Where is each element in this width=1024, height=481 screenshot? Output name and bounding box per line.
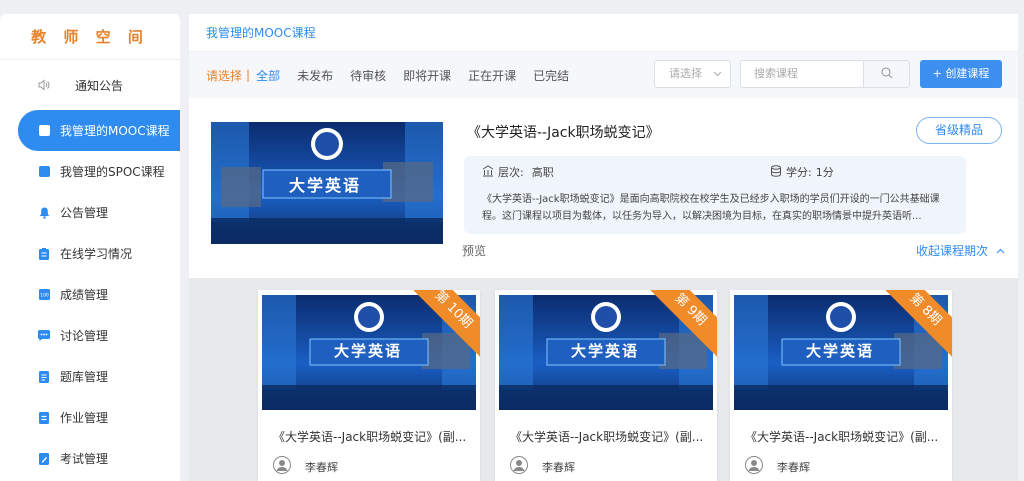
sidebar-item-label: 我管理的MOOC课程 <box>60 124 170 138</box>
filter-pending-review[interactable]: 待审核 <box>350 67 386 84</box>
level-value: 高职 <box>531 166 554 179</box>
sidebar-item-exam[interactable]: 考试管理 <box>0 438 180 479</box>
card-author: 李春辉 <box>273 456 338 477</box>
sidebar-item-label: 在线学习情况 <box>60 247 133 261</box>
filter-bar: 请选择 | 全部 未发布 待审核 即将开课 正在开课 已完结 请选择 搜索课程 … <box>189 52 1018 98</box>
sidebar-item-label: 讨论管理 <box>60 329 109 343</box>
sidebar-title: 教 师 空 间 <box>0 14 180 60</box>
create-course-button[interactable]: + 创建课程 <box>920 60 1002 88</box>
book-icon <box>38 125 50 137</box>
avatar <box>745 456 763 477</box>
avatar <box>510 456 528 477</box>
exam-icon <box>38 452 50 465</box>
sidebar-item-mooc[interactable]: 我管理的MOOC课程 <box>18 110 180 151</box>
status-select[interactable]: 请选择 <box>654 60 731 88</box>
author-name: 李春辉 <box>777 460 810 474</box>
search-input[interactable]: 搜索课程 <box>740 60 863 88</box>
chevron-down-icon <box>713 61 722 98</box>
card-title: 《大学英语--Jack职场蜕变记》(副... <box>510 430 704 444</box>
homework-icon <box>38 411 50 424</box>
card-author: 李春辉 <box>745 456 810 477</box>
filter-upcoming[interactable]: 即将开课 <box>403 67 451 84</box>
sidebar-item-label: 题库管理 <box>60 370 109 384</box>
credit-value: 1分 <box>815 166 834 179</box>
chevron-up-icon <box>996 244 1005 258</box>
term-cards-area: 大学英语 第 10期 《大学英语--Jack职场蜕变记》(副... 李春辉 大学… <box>189 278 1018 481</box>
grade-icon: 100 <box>38 289 50 301</box>
sidebar-item-label: 公告管理 <box>60 206 109 220</box>
select-placeholder: 请选择 <box>669 67 702 80</box>
course-level: 层次: 高职 <box>482 164 554 180</box>
course-badge[interactable]: 省级精品 <box>916 117 1002 144</box>
sidebar-item-label: 作业管理 <box>60 411 109 425</box>
level-label: 层次: <box>498 166 524 179</box>
search-icon <box>880 66 893 82</box>
avatar <box>273 456 291 477</box>
term-card[interactable]: 大学英语 第 8期 《大学英语--Jack职场蜕变记》(副... 李春辉 <box>730 290 952 481</box>
collapse-terms-link[interactable]: 收起课程期次 <box>916 242 1005 259</box>
card-title: 《大学英语--Jack职场蜕变记》(副... <box>745 430 939 444</box>
sidebar-item-learning[interactable]: 在线学习情况 <box>0 233 180 274</box>
sidebar-item-label: 考试管理 <box>60 452 109 466</box>
sidebar-item-spoc[interactable]: 我管理的SPOC课程 <box>0 151 180 192</box>
filter-all[interactable]: 全部 <box>256 67 280 84</box>
bell-icon <box>38 207 50 219</box>
question-bank-icon <box>38 370 50 383</box>
card-author: 李春辉 <box>510 456 575 477</box>
term-card[interactable]: 大学英语 第 10期 《大学英语--Jack职场蜕变记》(副... 李春辉 <box>258 290 480 481</box>
sidebar: 教 师 空 间 通知公告 我管理的MOOC课程 我管理的SPOC课程 公告管理 … <box>0 14 180 481</box>
course-credit: 学分: 1分 <box>770 164 834 180</box>
card-title: 《大学英语--Jack职场蜕变记》(副... <box>273 430 467 444</box>
card-thumbnail-text: 大学英语 <box>571 342 640 360</box>
search-button[interactable] <box>863 60 910 88</box>
building-icon <box>482 164 494 180</box>
sidebar-item-label: 成绩管理 <box>60 288 109 302</box>
sidebar-item-label: 我管理的SPOC课程 <box>60 165 165 179</box>
collapse-label: 收起课程期次 <box>916 244 989 258</box>
filter-finished[interactable]: 已完结 <box>533 67 569 84</box>
author-name: 李春辉 <box>305 460 338 474</box>
course-detail: 大学英语 《大学英语--Jack职场蜕变记》 省级精品 层次: 高职 学分: 1… <box>189 98 1018 290</box>
filter-unpublished[interactable]: 未发布 <box>297 67 333 84</box>
course-thumbnail-text: 大学英语 <box>289 176 362 195</box>
breadcrumb[interactable]: 我管理的MOOC课程 <box>189 14 1018 52</box>
clipboard-icon <box>38 247 50 260</box>
sidebar-item-notice[interactable]: 通知公告 <box>0 60 180 110</box>
sidebar-item-question-bank[interactable]: 题库管理 <box>0 356 180 397</box>
card-thumbnail-text: 大学英语 <box>334 342 403 360</box>
sidebar-item-discussion[interactable]: 讨论管理 <box>0 315 180 356</box>
sidebar-item-homework[interactable]: 作业管理 <box>0 397 180 438</box>
database-icon <box>770 164 782 180</box>
card-thumbnail-text: 大学英语 <box>806 342 875 360</box>
credit-label: 学分: <box>786 166 812 179</box>
course-thumbnail[interactable]: 大学英语 <box>211 122 443 244</box>
sidebar-item-grades[interactable]: 100 成绩管理 <box>0 274 180 315</box>
book-icon <box>38 166 50 178</box>
filter-ongoing[interactable]: 正在开课 <box>468 67 516 84</box>
sidebar-item-announcements[interactable]: 公告管理 <box>0 192 180 233</box>
chat-icon <box>38 330 50 342</box>
filter-separator: | <box>246 68 251 82</box>
svg-text:100: 100 <box>40 293 49 299</box>
term-card[interactable]: 大学英语 第 9期 《大学英语--Jack职场蜕变记》(副... 李春辉 <box>495 290 717 481</box>
filter-prompt: 请选择 <box>206 68 243 83</box>
preview-link[interactable]: 预览 <box>462 242 486 259</box>
sidebar-item-label: 通知公告 <box>75 78 124 93</box>
author-name: 李春辉 <box>542 460 575 474</box>
course-info-box: 层次: 高职 学分: 1分 《大学英语--Jack职场蜕变记》是面向高职院校在校… <box>464 156 966 234</box>
course-description: 《大学英语--Jack职场蜕变记》是面向高职院校在校学生及已经步入职场的学员们开… <box>482 194 940 222</box>
speaker-icon <box>38 79 50 91</box>
course-title: 《大学英语--Jack职场蜕变记》 <box>467 125 660 141</box>
